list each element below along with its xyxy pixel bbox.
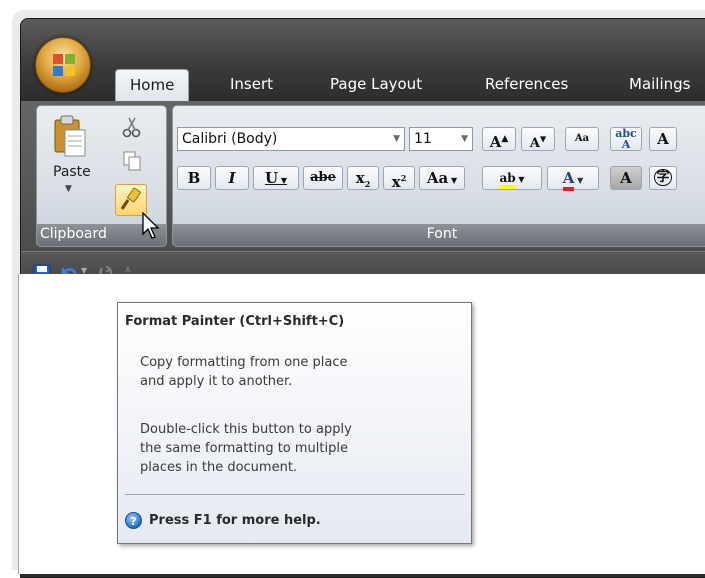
format-painter-icon — [120, 187, 141, 210]
tooltip-title: Format Painter (Ctrl+Shift+C) — [125, 314, 345, 329]
enclose-characters-button[interactable]: 字 — [649, 166, 677, 190]
italic-button[interactable]: I — [215, 166, 249, 190]
tab-references[interactable]: References — [485, 69, 568, 101]
ribbon: Paste ▼ Clipboard Calibri (Body) ▼ 11 ▼ … — [21, 101, 705, 251]
tab-mailings[interactable]: Mailings — [629, 69, 690, 101]
tab-page-layout[interactable]: Page Layout — [330, 69, 422, 101]
tooltip-line-2: and apply it to another. — [140, 374, 293, 389]
font-group-label: Font ⧉ — [173, 224, 705, 246]
change-case-label: Aa — [426, 169, 449, 187]
font-group-label-text: Font — [426, 226, 458, 242]
chevron-down-icon: ▼ — [448, 175, 458, 185]
help-icon: ? — [125, 512, 142, 529]
chevron-down-icon: ▼ — [461, 134, 468, 144]
subscript-button[interactable]: x2 — [347, 166, 379, 190]
superscript-button[interactable]: x2 — [383, 166, 415, 191]
italic-label: I — [228, 169, 236, 187]
shrink-font-icon: A▼ — [529, 134, 547, 152]
font-color-button[interactable]: A ▼ — [547, 166, 599, 191]
highlight-label: ab — [499, 171, 516, 189]
font-size-value: 11 — [414, 131, 432, 147]
phonetic-guide-icon: abc A — [615, 127, 637, 151]
chevron-down-icon: ▼ — [393, 134, 400, 144]
font-size-combo[interactable]: 11 ▼ — [409, 127, 473, 151]
grow-font-button[interactable]: A▲ — [482, 127, 516, 151]
tooltip-help: ? Press F1 for more help. — [125, 512, 321, 529]
chevron-down-icon: ▼ — [574, 175, 584, 185]
clipboard-group-label-text: Clipboard — [40, 226, 107, 242]
strikethrough-button[interactable]: abe — [303, 166, 343, 190]
change-case-button[interactable]: Aa ▼ — [419, 166, 465, 190]
subscript-label: x — [355, 169, 365, 187]
cut-icon[interactable] — [121, 116, 143, 138]
chevron-down-icon: ▼ — [515, 174, 525, 184]
format-painter-tooltip: Format Painter (Ctrl+Shift+C) Copy forma… — [117, 302, 472, 544]
tab-insert[interactable]: Insert — [230, 69, 273, 101]
character-border-icon: A — [657, 130, 669, 148]
enclose-characters-label: 字 — [654, 169, 672, 186]
character-border-button[interactable]: A — [649, 127, 677, 151]
paste-label: Paste — [53, 164, 91, 180]
grow-font-icon: A▲ — [489, 133, 509, 151]
font-group: Calibri (Body) ▼ 11 ▼ A▲ A▼ Aa abc A A B … — [172, 105, 705, 247]
character-shading-label: A — [620, 169, 632, 187]
chevron-down-icon: ▼ — [278, 175, 288, 185]
paste-icon — [54, 115, 86, 157]
office-button[interactable] — [35, 37, 91, 93]
tooltip-line-3: Double-click this button to apply — [140, 422, 352, 437]
superscript-label: x — [391, 173, 401, 191]
office-logo-icon — [53, 54, 75, 76]
tooltip-line-1: Copy formatting from one place — [140, 355, 348, 370]
tooltip-separator — [125, 494, 465, 495]
underline-button[interactable]: U ▼ — [253, 166, 299, 190]
character-shading-button[interactable]: A — [610, 166, 642, 190]
tooltip-help-text: Press F1 for more help. — [149, 513, 321, 528]
clear-formatting-button[interactable]: Aa — [565, 127, 599, 151]
tab-home[interactable]: Home — [115, 69, 190, 103]
bold-button[interactable]: B — [177, 166, 211, 190]
tooltip-line-4: the same formatting to multiple — [140, 441, 348, 456]
highlight-button[interactable]: ab ▼ — [482, 166, 542, 190]
shrink-font-button[interactable]: A▼ — [521, 127, 555, 151]
paste-button[interactable]: Paste ▼ — [41, 110, 101, 220]
paste-dropdown-arrow-icon: ▼ — [65, 184, 72, 194]
strikethrough-label: abe — [310, 170, 336, 185]
phonetic-guide-button[interactable]: abc A — [610, 127, 642, 151]
tooltip-line-5: places in the document. — [140, 460, 298, 475]
bold-label: B — [187, 169, 201, 187]
font-name-combo[interactable]: Calibri (Body) ▼ — [177, 127, 405, 151]
font-color-label: A — [562, 169, 575, 191]
mouse-cursor-icon — [142, 212, 160, 239]
font-name-value: Calibri (Body) — [182, 131, 278, 147]
title-bar: Home Insert Page Layout References Maili… — [21, 19, 705, 105]
clear-formatting-icon: Aa — [574, 133, 590, 144]
underline-label: U — [264, 169, 279, 187]
copy-icon[interactable] — [121, 150, 143, 172]
